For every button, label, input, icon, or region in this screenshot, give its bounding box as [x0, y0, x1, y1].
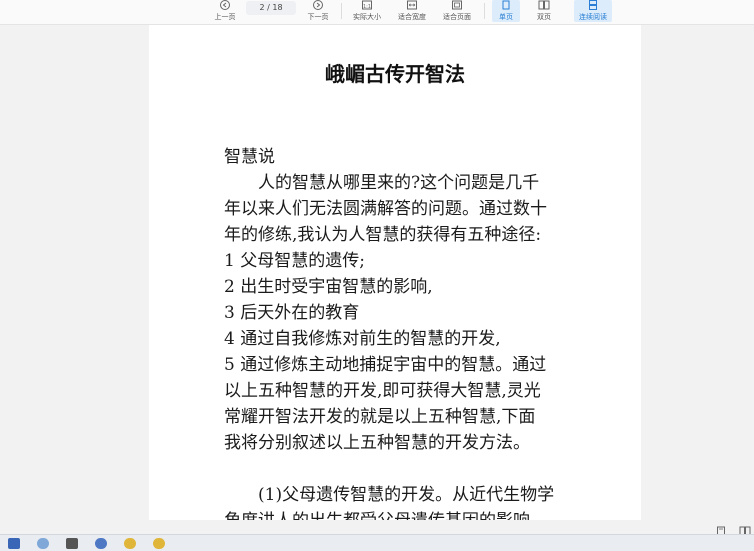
toolbar-divider	[341, 3, 342, 19]
fit-page-button[interactable]: 适合页面	[439, 0, 475, 22]
app-icon[interactable]	[95, 538, 107, 549]
app-icon[interactable]	[66, 538, 78, 549]
app-icon[interactable]	[37, 538, 49, 549]
text-line: 人的智慧从哪里来的?这个问题是几千	[224, 173, 540, 193]
single-page-icon	[492, 0, 520, 13]
pdf-toolbar: 上一页 2 / 18 下一页 1:1 实际大小 适合宽度 适合页面 单页 双页 …	[0, 0, 754, 25]
fit-width-button[interactable]: 适合宽度	[394, 0, 430, 22]
toolbar-divider	[484, 3, 485, 19]
text-line: 2 出生时受宇宙智慧的影响,	[224, 277, 433, 297]
total-pages: / 18	[267, 3, 283, 12]
text-line: 以上五种智慧的开发,即可获得大智慧,灵光	[224, 381, 541, 401]
app-icon[interactable]	[153, 538, 165, 549]
prev-page-button[interactable]: 上一页	[210, 0, 240, 22]
app-icon[interactable]	[8, 538, 20, 549]
document-title: 峨嵋古传开智法	[325, 62, 465, 86]
text-line: 4 通过自我修炼对前生的智慧的开发,	[224, 329, 501, 349]
text-line: 我将分别叙述以上五种智慧的开发方法。	[224, 433, 530, 453]
text-line: 角度讲人的出生都受父母遗传基因的影响	[224, 509, 530, 520]
text-line: 年以来人们无法圆满解答的问题。通过数十	[224, 199, 547, 219]
arrow-right-icon	[303, 0, 333, 13]
actual-size-icon: 1:1	[349, 0, 385, 13]
current-page-input[interactable]: 2	[259, 3, 264, 12]
fit-width-icon	[394, 0, 430, 13]
actual-size-button[interactable]: 1:1 实际大小	[349, 0, 385, 22]
continuous-scroll-icon	[574, 0, 612, 13]
page-number-box[interactable]: 2 / 18	[246, 1, 296, 15]
next-page-button[interactable]: 下一页	[303, 0, 333, 22]
double-page-button[interactable]: 双页	[530, 0, 558, 22]
app-icon[interactable]	[124, 538, 136, 549]
single-page-button[interactable]: 单页	[492, 0, 520, 22]
text-line: 常耀开智法开发的就是以上五种智慧,下面	[224, 407, 536, 427]
text-line: 5 通过修炼主动地捕捉宇宙中的智慧。通过	[224, 355, 547, 375]
continuous-read-button[interactable]: 连续阅读	[574, 0, 612, 22]
svg-text:1:1: 1:1	[363, 4, 371, 10]
status-bar	[0, 520, 754, 537]
text-line: (1)父母遗传智慧的开发。从近代生物学	[224, 485, 555, 505]
document-page: 峨嵋古传开智法 智慧说 人的智慧从哪里来的?这个问题是几千 年以来人们无法圆满解…	[149, 25, 641, 520]
text-line: 1 父母智慧的遗传;	[224, 251, 365, 271]
text-line: 智慧说	[224, 147, 275, 167]
double-page-icon	[530, 0, 558, 13]
arrow-left-icon	[210, 0, 240, 13]
text-line: 3 后天外在的教育	[224, 303, 360, 323]
fit-page-icon	[439, 0, 475, 13]
taskbar	[0, 534, 754, 551]
text-line: 年的修练,我认为人智慧的获得有五种途径:	[224, 225, 542, 245]
